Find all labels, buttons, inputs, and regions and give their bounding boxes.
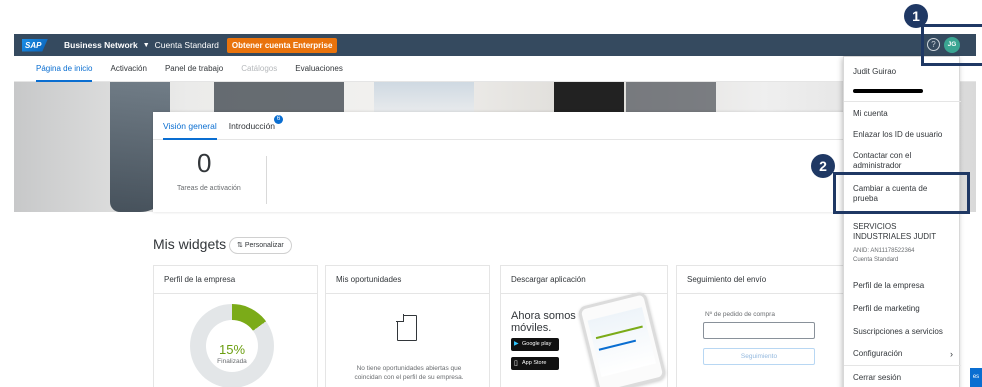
menu-contact-admin[interactable]: Contactar con el administrador: [844, 151, 944, 171]
tab-workbench[interactable]: Panel de trabajo: [165, 56, 223, 82]
activation-tasks-count[interactable]: 0: [197, 148, 211, 179]
phone-image: [577, 290, 667, 387]
po-number-input[interactable]: [703, 322, 815, 339]
no-opportunities-text: No tiene oportunidades abiertas que coin…: [354, 365, 464, 381]
redacted-email: [853, 89, 923, 93]
widgets-heading: Mis widgets: [153, 236, 227, 252]
track-button[interactable]: Seguimiento: [703, 348, 815, 365]
document-icon: [396, 314, 417, 341]
company-account-type: Cuenta Standard: [853, 257, 899, 263]
introduction-count-badge: 6: [274, 114, 284, 124]
activation-tasks-label: Tareas de activación: [177, 185, 241, 192]
tab-catalogs[interactable]: Catálogos: [241, 56, 277, 82]
annotation-box-avatar: [921, 24, 982, 66]
tab-evaluations[interactable]: Evaluaciones: [295, 56, 343, 82]
overview-card: Visión general Introducción 6 0 Tareas d…: [153, 112, 853, 212]
mobile-headline: Ahora somos móviles.: [511, 310, 576, 334]
company-name: SERVICIOS INDUSTRIALES JUDIT: [853, 222, 937, 241]
personalize-button[interactable]: ⇅ Personalizar: [229, 237, 292, 254]
tab-activation[interactable]: Activación: [110, 56, 146, 82]
download-app-widget: Descargar aplicación Ahora somos móviles…: [500, 265, 668, 387]
tab-overview[interactable]: Visión general: [163, 112, 217, 140]
business-network-label[interactable]: Business Network: [64, 40, 138, 50]
widget-title[interactable]: Perfil de la empresa: [154, 266, 317, 294]
tab-introduction[interactable]: Introducción 6: [228, 112, 284, 140]
annotation-step-1: 1: [904, 4, 928, 28]
tab-introduction-label: Introducción: [228, 120, 276, 131]
menu-settings-label: Configuración: [853, 349, 903, 358]
personalize-label: Personalizar: [244, 242, 284, 249]
menu-marketing-profile[interactable]: Perfil de marketing: [844, 304, 961, 314]
get-enterprise-button[interactable]: Obtener cuenta Enterprise: [226, 37, 338, 53]
profile-completion-percent: 15%: [218, 342, 246, 357]
company-profile-widget: Perfil de la empresa 15% Finalizada: [153, 265, 318, 387]
menu-logout[interactable]: Cerrar sesión: [844, 373, 961, 383]
sliders-icon: ⇅: [237, 242, 243, 249]
feedback-tab[interactable]: es: [970, 368, 982, 387]
profile-completion-status: Finalizada: [217, 358, 247, 365]
annotation-step-2: 2: [811, 154, 835, 178]
user-name: Judit Guirao: [853, 67, 897, 76]
annotation-box-switch-test: [833, 172, 970, 214]
divider: [266, 156, 267, 204]
main-nav: Página de inicio Activación Panel de tra…: [14, 56, 976, 82]
divider: [844, 101, 961, 102]
overview-tabs: Visión general Introducción 6: [153, 112, 853, 140]
sap-business-network-page: SAP Business Network ▼ Cuenta Standard O…: [0, 0, 982, 387]
tab-home[interactable]: Página de inicio: [36, 56, 93, 82]
app-store-badge[interactable]: App Store: [511, 357, 559, 370]
po-number-label: Nº de pedido de compra: [705, 311, 775, 318]
shipment-tracking-widget: Seguimiento del envío Nº de pedido de co…: [676, 265, 851, 387]
widget-title[interactable]: Descargar aplicación: [501, 266, 667, 294]
widget-title[interactable]: Seguimiento del envío: [677, 266, 850, 294]
google-play-badge[interactable]: Google play: [511, 338, 559, 351]
menu-service-subscriptions[interactable]: Suscripciones a servicios: [844, 327, 961, 337]
menu-my-account[interactable]: Mi cuenta: [844, 109, 961, 119]
company-anid: ANID: AN11178522364: [853, 248, 915, 254]
opportunities-widget: Mis oportunidades No tiene oportunidades…: [325, 265, 490, 387]
shell-header: SAP Business Network ▼ Cuenta Standard O…: [14, 34, 976, 56]
divider: [844, 365, 961, 366]
chevron-right-icon: ›: [950, 349, 953, 359]
account-type-label: Cuenta Standard: [154, 40, 219, 50]
chevron-down-icon[interactable]: ▼: [143, 42, 150, 49]
menu-link-user-ids[interactable]: Enlazar los ID de usuario: [844, 130, 961, 140]
menu-settings[interactable]: Configuración ›: [844, 349, 961, 359]
menu-company-profile[interactable]: Perfil de la empresa: [844, 281, 961, 291]
user-menu-dropdown: Judit Guirao Mi cuenta Enlazar los ID de…: [843, 56, 961, 387]
widget-title[interactable]: Mis oportunidades: [326, 266, 489, 294]
sap-logo[interactable]: SAP: [22, 38, 48, 52]
